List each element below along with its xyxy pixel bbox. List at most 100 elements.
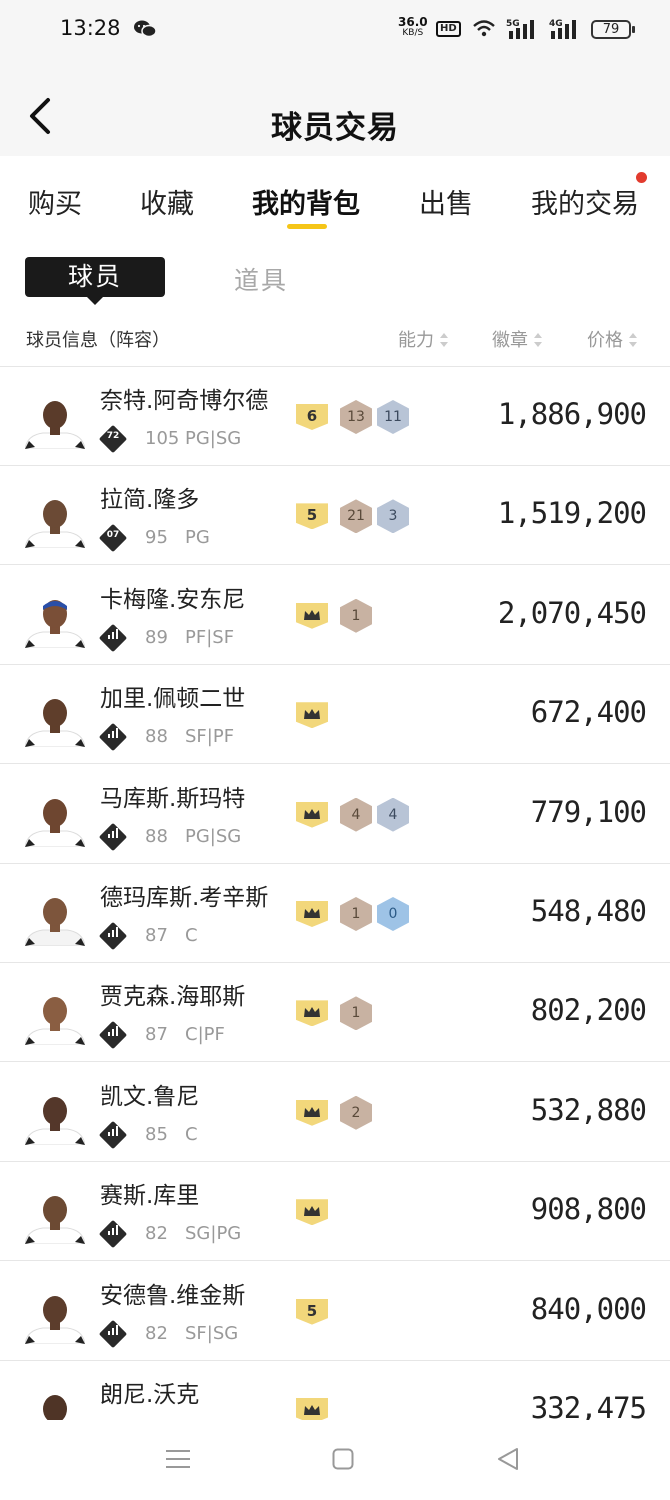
player-row[interactable]: 朗尼.沃克 332,475 bbox=[0, 1361, 670, 1420]
player-price: 548,480 bbox=[530, 894, 647, 928]
badge-hex-bronze: 13 bbox=[340, 400, 372, 434]
list-header: 球员信息（阵容） 能力 徽章 价格 bbox=[0, 318, 670, 358]
wechat-icon bbox=[134, 20, 157, 38]
sort-price[interactable]: 价格 bbox=[587, 326, 637, 352]
tab-favorites[interactable]: 收藏 bbox=[140, 182, 194, 221]
player-position: SF|PF bbox=[185, 726, 235, 748]
player-row[interactable]: 凯文.鲁尼 85 C 2 532,880 bbox=[0, 1063, 670, 1162]
ability-shield: 5 bbox=[296, 1298, 328, 1325]
player-avatar bbox=[25, 985, 85, 1046]
player-price: 779,100 bbox=[530, 794, 647, 829]
player-overall: 88 bbox=[145, 825, 168, 847]
player-avatar bbox=[25, 1383, 85, 1420]
badge-hex-silver: 4 bbox=[377, 797, 409, 832]
player-row[interactable]: 卡梅隆.安东尼 89 PF|SF 1 2,070,450 bbox=[0, 566, 670, 665]
sort-badge[interactable]: 徽章 bbox=[492, 326, 542, 352]
player-name: 凯文.鲁尼 bbox=[100, 1083, 200, 1110]
crown-shield-icon bbox=[296, 602, 328, 629]
player-name: 德玛库斯.考辛斯 bbox=[100, 885, 269, 911]
battery-icon: 79 bbox=[591, 20, 635, 39]
sort-price-label: 价格 bbox=[587, 330, 623, 351]
crown-icon bbox=[304, 709, 320, 720]
player-avatar bbox=[25, 488, 85, 549]
player-position: PF|SF bbox=[185, 626, 235, 648]
subtab-items[interactable]: 道具 bbox=[234, 261, 288, 297]
player-row[interactable]: 加里.佩顿二世 88 SF|PF 672,400 bbox=[0, 665, 670, 765]
player-row[interactable]: 拉简.隆多 07 95 PG 5 21 3 1,519,200 bbox=[0, 466, 670, 566]
active-tab-indicator bbox=[287, 224, 327, 229]
tab-buy[interactable]: 购买 bbox=[28, 182, 82, 221]
tier-bars-icon bbox=[108, 628, 118, 639]
player-row[interactable]: 赛斯.库里 82 SG|PG 908,800 bbox=[0, 1162, 670, 1262]
signal-5g-icon: 5G bbox=[506, 19, 534, 39]
player-row[interactable]: 德玛库斯.考辛斯 87 C 1 0 548,480 bbox=[0, 864, 670, 963]
tier-bars-icon bbox=[108, 1324, 118, 1335]
network-speed: 36.0 KB/S bbox=[398, 15, 428, 39]
player-overall: 82 bbox=[145, 1223, 168, 1245]
player-overall: 95 bbox=[145, 527, 168, 549]
badge-hex-blue: 0 bbox=[377, 897, 409, 931]
player-name: 奈特.阿奇博尔德 bbox=[100, 388, 269, 414]
crown-icon bbox=[304, 808, 320, 819]
wifi-icon bbox=[473, 20, 495, 37]
tier-bars-icon bbox=[108, 827, 118, 838]
player-position: SG|PG bbox=[185, 1223, 242, 1245]
player-price: 908,800 bbox=[530, 1192, 647, 1227]
player-row[interactable]: 马库斯.斯玛特 88 PG|SG 4 4 779,100 bbox=[0, 765, 670, 864]
player-avatar bbox=[25, 1284, 85, 1344]
tier-label: 72 bbox=[106, 431, 120, 441]
player-row[interactable]: 奈特.阿奇博尔德 72 105 PG|SG 6 13 11 1,886,900 bbox=[0, 367, 670, 466]
network-speed-value: 36.0 bbox=[398, 15, 428, 29]
player-avatar bbox=[25, 1184, 85, 1245]
player-position: PG|SG bbox=[185, 428, 242, 449]
player-overall: 88 bbox=[145, 726, 168, 748]
player-name: 马库斯.斯玛特 bbox=[100, 785, 246, 812]
tier-bars-icon bbox=[108, 927, 118, 937]
tier-bars-icon bbox=[108, 1026, 118, 1037]
player-price: 1,519,200 bbox=[497, 496, 647, 531]
network-speed-unit: KB/S bbox=[402, 28, 424, 38]
status-bar: 13:28 36.0 KB/S HD 5G 4G 79 bbox=[0, 0, 670, 62]
tab-my-backpack[interactable]: 我的背包 bbox=[252, 182, 360, 221]
ability-shield: 6 bbox=[296, 404, 328, 430]
player-avatar bbox=[25, 787, 85, 847]
player-name: 贾克森.海耶斯 bbox=[100, 984, 246, 1011]
column-player-info: 球员信息（阵容） bbox=[26, 330, 170, 351]
crown-shield-icon bbox=[296, 1099, 328, 1126]
badge-hex-bronze: 21 bbox=[340, 499, 372, 534]
crown-icon bbox=[304, 1405, 320, 1415]
player-overall: 87 bbox=[145, 925, 168, 946]
player-row[interactable]: 安德鲁.维金斯 82 SF|SG 5 840,000 bbox=[0, 1262, 670, 1361]
sort-ability-label: 能力 bbox=[398, 330, 434, 351]
tier-label: 07 bbox=[106, 530, 120, 541]
player-overall: 85 bbox=[145, 1123, 168, 1145]
tab-my-trades[interactable]: 我的交易 bbox=[531, 182, 639, 221]
player-name: 安德鲁.维金斯 bbox=[100, 1282, 246, 1309]
crown-shield-icon bbox=[296, 1398, 328, 1420]
crown-shield-icon bbox=[296, 901, 328, 927]
tier-bars-icon bbox=[108, 1225, 118, 1236]
page-title: 球员交易 bbox=[271, 110, 399, 146]
triangle-back-icon[interactable] bbox=[497, 1447, 519, 1471]
player-price: 2,070,450 bbox=[497, 595, 647, 630]
player-name: 卡梅隆.安东尼 bbox=[100, 586, 246, 613]
subtab-players[interactable]: 球员 bbox=[25, 257, 165, 305]
signal-4g-icon: 4G bbox=[549, 19, 576, 39]
player-name: 拉简.隆多 bbox=[100, 487, 200, 514]
menu-icon[interactable] bbox=[166, 1448, 190, 1470]
player-avatar bbox=[25, 588, 85, 648]
player-position: C bbox=[185, 925, 198, 946]
player-avatar bbox=[25, 1085, 85, 1145]
badge-hex-bronze: 1 bbox=[340, 598, 372, 633]
player-avatar bbox=[25, 886, 85, 946]
player-price: 840,000 bbox=[530, 1291, 647, 1326]
app-header: 球员交易 bbox=[0, 62, 670, 156]
tab-sell[interactable]: 出售 bbox=[419, 182, 473, 221]
badge-hex-silver: 11 bbox=[377, 400, 409, 434]
sort-ability[interactable]: 能力 bbox=[398, 326, 448, 352]
player-row[interactable]: 贾克森.海耶斯 87 C|PF 1 802,200 bbox=[0, 963, 670, 1063]
crown-shield-icon bbox=[296, 1000, 328, 1027]
crown-icon bbox=[304, 609, 320, 620]
svg-text:4G: 4G bbox=[549, 19, 563, 29]
home-icon[interactable] bbox=[332, 1448, 354, 1470]
